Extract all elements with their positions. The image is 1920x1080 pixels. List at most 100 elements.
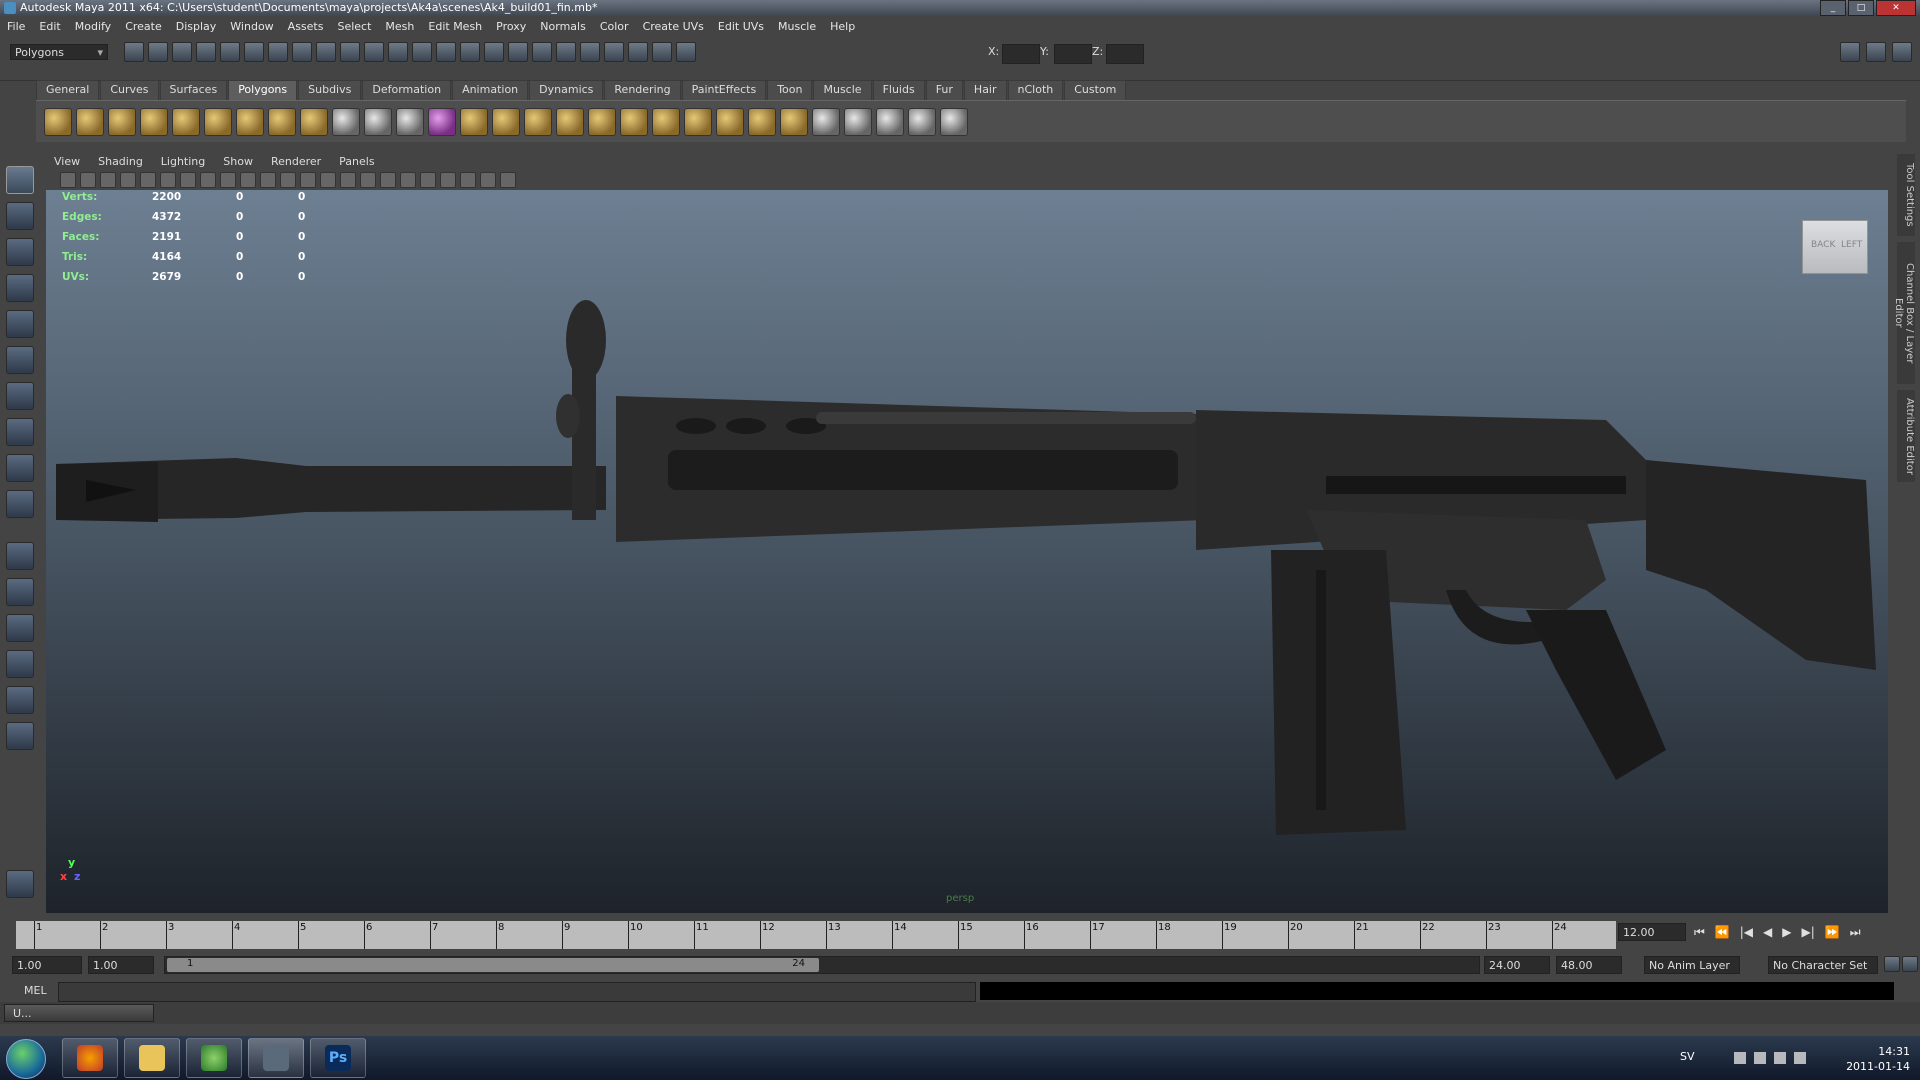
construction-history-icon[interactable]	[412, 42, 432, 62]
menu-set-dropdown[interactable]: Polygons	[10, 44, 108, 61]
animation-preferences-icon[interactable]	[1902, 956, 1918, 972]
persp-graph-layout-icon[interactable]	[6, 650, 34, 678]
range-slider[interactable]: 1 24	[164, 956, 1480, 974]
z-field[interactable]	[1106, 44, 1144, 64]
attribute-editor-tab[interactable]: Attribute Editor	[1897, 390, 1915, 482]
taskbar-maya[interactable]	[248, 1038, 304, 1078]
shelf-tab-rendering[interactable]: Rendering	[604, 80, 681, 100]
panel-menu-show[interactable]: Show	[213, 155, 261, 168]
go-to-start-icon[interactable]: ⏮	[1694, 925, 1705, 940]
poly-soccer-ball-icon[interactable]	[300, 107, 328, 136]
view-cube[interactable]: BACK LEFT	[1802, 220, 1868, 274]
select-camera-icon[interactable]	[60, 172, 76, 188]
planar-mapping-icon[interactable]	[780, 107, 808, 136]
poly-cone-icon[interactable]	[140, 107, 168, 136]
shelf-tab-general[interactable]: General	[36, 80, 100, 100]
menu-edit-mesh[interactable]: Edit Mesh	[421, 20, 489, 33]
command-input[interactable]	[58, 982, 976, 1002]
taskbar-explorer[interactable]	[124, 1038, 180, 1078]
hypershade-icon[interactable]	[604, 42, 624, 62]
offset-edge-loop-icon[interactable]	[620, 107, 648, 136]
safe-title-icon[interactable]	[280, 172, 296, 188]
poly-pipe-icon[interactable]	[268, 107, 296, 136]
show-hidden-icons-icon[interactable]	[1734, 1052, 1746, 1064]
panel-menu-renderer[interactable]: Renderer	[261, 155, 329, 168]
menu-select[interactable]: Select	[330, 20, 378, 33]
maximize-button[interactable]: □	[1848, 0, 1874, 16]
clock[interactable]: 14:31 2011-01-14	[1846, 1044, 1910, 1074]
start-button[interactable]	[6, 1039, 46, 1079]
render-settings-icon[interactable]	[580, 42, 600, 62]
channel-box-tab[interactable]: Channel Box / Layer Editor	[1893, 242, 1915, 384]
anim-layer-dropdown[interactable]: No Anim Layer	[1644, 956, 1740, 974]
insert-edge-loop-icon[interactable]	[588, 107, 616, 136]
outliner-icon[interactable]	[652, 42, 672, 62]
split-polygon-icon[interactable]	[556, 107, 584, 136]
poly-pyramid-icon[interactable]	[236, 107, 264, 136]
shelf-tab-custom[interactable]: Custom	[1064, 80, 1127, 100]
snap-point-icon[interactable]	[316, 42, 336, 62]
shelf-tab-dynamics[interactable]: Dynamics	[529, 80, 604, 100]
make-live-icon[interactable]	[364, 42, 384, 62]
panel-menu-lighting[interactable]: Lighting	[151, 155, 213, 168]
close-button[interactable]: ✕	[1876, 0, 1916, 16]
single-perspective-layout-icon[interactable]	[6, 542, 34, 570]
shadows-icon[interactable]	[400, 172, 416, 188]
shelf-tab-animation[interactable]: Animation	[452, 80, 529, 100]
shelf-tab-curves[interactable]: Curves	[100, 80, 159, 100]
shelf-tab-deformation[interactable]: Deformation	[362, 80, 452, 100]
auto-key-icon[interactable]	[1884, 956, 1900, 972]
select-object-icon[interactable]	[220, 42, 240, 62]
average-vertices-icon[interactable]	[428, 107, 456, 136]
xray-joints-icon[interactable]	[480, 172, 496, 188]
smooth-icon[interactable]	[396, 107, 424, 136]
wedge-icon[interactable]	[716, 107, 744, 136]
soft-modification-icon[interactable]	[6, 418, 34, 446]
ipr-render-icon[interactable]	[556, 42, 576, 62]
menu-display[interactable]: Display	[169, 20, 224, 33]
grid-icon[interactable]	[160, 172, 176, 188]
checker-icon[interactable]	[940, 107, 968, 136]
select-tool-icon[interactable]	[6, 166, 34, 194]
use-all-lights-icon[interactable]	[380, 172, 396, 188]
scale-tool-icon[interactable]	[6, 346, 34, 374]
film-gate-icon[interactable]	[180, 172, 196, 188]
y-field[interactable]	[1054, 44, 1092, 64]
shelf-tab-fluids[interactable]: Fluids	[872, 80, 925, 100]
show-hide-channel-box-icon[interactable]	[1840, 42, 1860, 62]
poly-cube-icon[interactable]	[76, 107, 104, 136]
new-scene-icon[interactable]	[124, 42, 144, 62]
select-component-icon[interactable]	[244, 42, 264, 62]
volume-icon[interactable]	[1794, 1052, 1806, 1064]
menu-muscle[interactable]: Muscle	[771, 20, 823, 33]
menu-edit[interactable]: Edit	[32, 20, 67, 33]
menu-assets[interactable]: Assets	[281, 20, 331, 33]
panel-menu-view[interactable]: View	[44, 155, 88, 168]
shelf-tab-muscle[interactable]: Muscle	[813, 80, 872, 100]
end-time-field[interactable]: 48.00	[1556, 956, 1622, 974]
custom-layout-icon[interactable]	[6, 722, 34, 750]
menu-proxy[interactable]: Proxy	[489, 20, 533, 33]
save-scene-icon[interactable]	[172, 42, 192, 62]
safe-action-icon[interactable]	[260, 172, 276, 188]
lasso-tool-icon[interactable]	[6, 202, 34, 230]
step-back-frame-icon[interactable]: |◀	[1740, 925, 1753, 940]
menu-create-uvs[interactable]: Create UVs	[636, 20, 711, 33]
bookmark-icon[interactable]	[100, 172, 116, 188]
append-polygon-icon[interactable]	[524, 107, 552, 136]
backface-culling-icon[interactable]	[500, 172, 516, 188]
menu-edit-uvs[interactable]: Edit UVs	[711, 20, 771, 33]
timeline-ruler[interactable]: 1 2 3 4 5 6 7 8 9 10 11 12 13 14 15 16 1…	[16, 921, 1616, 949]
show-manipulator-icon[interactable]	[6, 454, 34, 482]
viewcube-face-back[interactable]: BACK	[1811, 240, 1835, 250]
separate-icon[interactable]	[364, 107, 392, 136]
action-center-flag-icon[interactable]	[1754, 1052, 1766, 1064]
rotate-tool-icon[interactable]	[6, 310, 34, 338]
poly-sphere-icon[interactable]	[44, 107, 72, 136]
xray-icon[interactable]	[460, 172, 476, 188]
persp-hypershade-layout-icon[interactable]	[6, 686, 34, 714]
bridge-icon[interactable]	[492, 107, 520, 136]
shelf-tab-polygons[interactable]: Polygons	[228, 80, 298, 100]
play-forward-icon[interactable]: ▶	[1782, 925, 1791, 940]
menu-help[interactable]: Help	[823, 20, 862, 33]
